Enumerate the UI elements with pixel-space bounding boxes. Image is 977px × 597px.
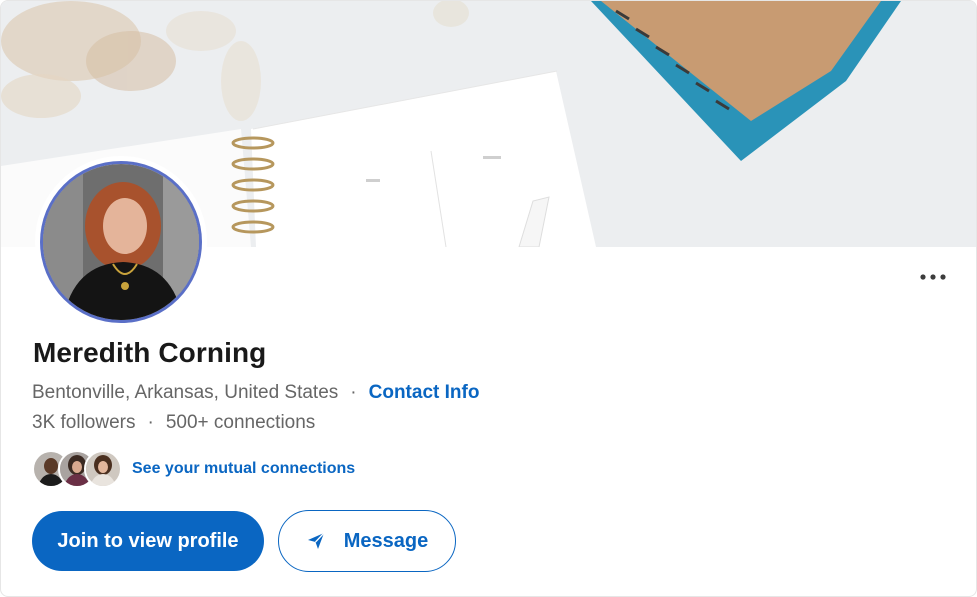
join-to-view-profile-button[interactable]: Join to view profile xyxy=(32,511,264,571)
avatar-frame xyxy=(35,156,207,328)
send-icon xyxy=(306,531,326,551)
avatar xyxy=(43,164,199,320)
profile-photo xyxy=(43,164,199,320)
contact-info-link[interactable]: Contact Info xyxy=(369,382,480,404)
stats-row: 3K followers · 500+ connections xyxy=(32,412,315,434)
mutual-avatars xyxy=(32,450,124,488)
more-options-icon xyxy=(920,274,946,280)
location-row: Bentonville, Arkansas, United States · C… xyxy=(32,382,479,404)
mutual-connections[interactable]: See your mutual connections xyxy=(32,450,355,488)
mutual-avatar xyxy=(84,450,122,488)
followers-count: 3K followers xyxy=(32,412,136,433)
profile-location: Bentonville, Arkansas, United States xyxy=(32,382,339,403)
profile-card: Meredith Corning Bentonville, Arkansas, … xyxy=(0,0,977,597)
message-button[interactable]: Message xyxy=(278,510,456,572)
message-button-label: Message xyxy=(343,529,429,552)
mutual-connections-link[interactable]: See your mutual connections xyxy=(132,460,355,478)
connections-count: 500+ connections xyxy=(165,412,316,433)
profile-name: Meredith Corning xyxy=(33,337,267,368)
separator-dot: · xyxy=(147,412,154,433)
separator-dot: · xyxy=(350,382,357,403)
more-options-button[interactable] xyxy=(915,265,951,289)
